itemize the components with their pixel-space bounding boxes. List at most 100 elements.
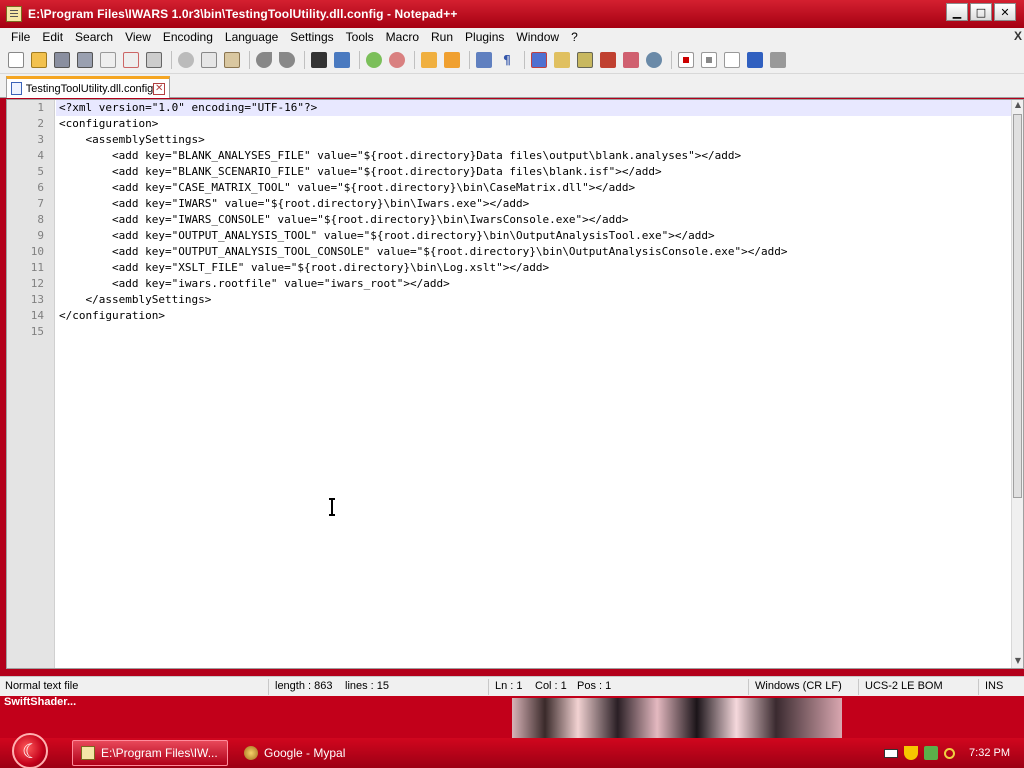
status-insert-mode[interactable]: INS [985, 680, 1003, 692]
start-button[interactable] [12, 733, 48, 768]
desktop-background: SwiftShader... [0, 696, 1024, 738]
taskbar-button-notepadpp[interactable]: E:\Program Files\IW... [72, 740, 228, 766]
save-all-icon[interactable] [77, 51, 93, 68]
menu-settings[interactable]: Settings [284, 30, 339, 44]
copy-icon[interactable] [201, 51, 217, 68]
toolbar-separator [524, 50, 525, 69]
stop-macro-icon[interactable] [701, 51, 717, 68]
function-list-icon[interactable] [600, 51, 616, 68]
network-icon[interactable] [924, 746, 939, 760]
text-cursor-icon [329, 498, 335, 516]
close-button[interactable]: ✕ [994, 3, 1016, 21]
menu-tools[interactable]: Tools [340, 30, 380, 44]
window-controls: ▁ □ ✕ [946, 3, 1016, 21]
toolbar-separator [171, 50, 172, 69]
maximize-button[interactable]: □ [970, 3, 992, 21]
close-document-button[interactable]: X [1014, 29, 1022, 43]
menu-edit[interactable]: Edit [36, 30, 69, 44]
code-line[interactable]: <add key="IWARS_CONSOLE" value="${root.d… [56, 212, 1011, 228]
save-macro-icon[interactable] [770, 51, 786, 68]
menu-plugins[interactable]: Plugins [459, 30, 510, 44]
redo-icon[interactable] [279, 51, 295, 68]
close-icon[interactable] [100, 51, 116, 68]
new-file-icon[interactable] [8, 51, 24, 68]
code-line[interactable]: <add key="iwars.rootfile" value="iwars_r… [56, 276, 1011, 292]
scroll-up-icon[interactable]: ▲ [1013, 100, 1023, 112]
tab-testingtoolutility[interactable]: TestingToolUtility.dll.config ✕ [6, 76, 170, 98]
code-line[interactable]: <configuration> [56, 116, 1011, 132]
taskbar-button-mypal[interactable]: Google - Mypal [236, 740, 376, 766]
code-line[interactable]: </assemblySettings> [56, 292, 1011, 308]
status-bar: Normal text file length : 863 lines : 15… [0, 676, 1024, 696]
sync-horizontal-icon[interactable] [444, 51, 460, 68]
line-number: 12 [30, 277, 44, 290]
keyboard-icon[interactable] [884, 748, 899, 758]
show-all-chars-icon[interactable]: ¶ [499, 52, 515, 68]
menu-run[interactable]: Run [425, 30, 459, 44]
minimize-button[interactable]: ▁ [946, 3, 968, 21]
vertical-scrollbar[interactable]: ▲ ▼ [1011, 100, 1023, 668]
code-line[interactable]: <add key="CASE_MATRIX_TOOL" value="${roo… [56, 180, 1011, 196]
document-tab-bar: TestingToolUtility.dll.config ✕ [0, 74, 1024, 98]
menu-encoding[interactable]: Encoding [157, 30, 219, 44]
zoom-in-icon[interactable] [366, 51, 382, 68]
record-macro-icon[interactable] [678, 51, 694, 68]
user-lang-icon[interactable] [554, 51, 570, 68]
code-line[interactable]: <?xml version="1.0" encoding="UTF-16"?> [56, 100, 1011, 116]
find-icon[interactable] [311, 51, 327, 68]
notepadpp-icon [81, 746, 95, 760]
editor-pane[interactable]: 1 2 3 4 5 6 7 8 9 10 11 12 13 14 15 <?xm… [6, 99, 1024, 669]
run-macro-multiple-icon[interactable] [747, 51, 763, 68]
line-number-gutter: 1 2 3 4 5 6 7 8 9 10 11 12 13 14 15 [7, 100, 55, 668]
menu-search[interactable]: Search [69, 30, 119, 44]
status-encoding[interactable]: UCS-2 LE BOM [865, 680, 943, 692]
doc-map-icon[interactable] [577, 51, 593, 68]
line-number: 13 [30, 293, 44, 306]
code-line[interactable]: </configuration> [56, 308, 1011, 324]
scroll-down-icon[interactable]: ▼ [1013, 656, 1023, 668]
replace-icon[interactable] [334, 51, 350, 68]
shield-icon[interactable] [904, 746, 919, 760]
undo-icon[interactable] [256, 51, 272, 68]
status-eol[interactable]: Windows (CR LF) [755, 680, 842, 692]
code-line[interactable]: <add key="OUTPUT_ANALYSIS_TOOL_CONSOLE" … [56, 244, 1011, 260]
code-line[interactable]: <assemblySettings> [56, 132, 1011, 148]
menu-view[interactable]: View [119, 30, 157, 44]
folder-workspace-icon[interactable] [623, 51, 639, 68]
save-icon[interactable] [54, 51, 70, 68]
monitor-icon[interactable] [646, 51, 662, 68]
close-tab-icon[interactable]: ✕ [153, 82, 165, 95]
close-all-icon[interactable] [123, 51, 139, 68]
menu-window[interactable]: Window [510, 30, 565, 44]
print-icon[interactable] [146, 51, 162, 68]
menu-file[interactable]: File [5, 30, 36, 44]
open-file-icon[interactable] [31, 51, 47, 68]
menu-language[interactable]: Language [219, 30, 284, 44]
window-title: E:\Program Files\IWARS 1.0r3\bin\Testing… [28, 7, 458, 21]
code-line[interactable]: <add key="BLANK_SCENARIO_FILE" value="${… [56, 164, 1011, 180]
code-line[interactable]: <add key="OUTPUT_ANALYSIS_TOOL" value="$… [56, 228, 1011, 244]
zoom-out-icon[interactable] [389, 51, 405, 68]
system-tray: 7:32 PM [884, 738, 1024, 768]
menu-help[interactable]: ? [565, 30, 584, 44]
code-area[interactable]: <?xml version="1.0" encoding="UTF-16"?> … [56, 100, 1011, 340]
sync-vertical-icon[interactable] [421, 51, 437, 68]
indent-guide-icon[interactable] [531, 51, 547, 68]
window-title-bar[interactable]: E:\Program Files\IWARS 1.0r3\bin\Testing… [0, 0, 1024, 28]
scrollbar-thumb[interactable] [1013, 114, 1022, 498]
taskbar-clock[interactable]: 7:32 PM [969, 747, 1010, 759]
line-number: 3 [37, 133, 44, 146]
cut-icon[interactable] [178, 51, 194, 68]
paste-icon[interactable] [224, 51, 240, 68]
code-line[interactable]: <add key="IWARS" value="${root.directory… [56, 196, 1011, 212]
line-number: 2 [37, 117, 44, 130]
play-macro-icon[interactable] [724, 51, 740, 68]
code-line[interactable] [56, 324, 1011, 340]
menu-macro[interactable]: Macro [380, 30, 425, 44]
word-wrap-icon[interactable] [476, 51, 492, 68]
code-line[interactable]: <add key="BLANK_ANALYSES_FILE" value="${… [56, 148, 1011, 164]
status-separator [488, 679, 489, 695]
code-line[interactable]: <add key="XSLT_FILE" value="${root.direc… [56, 260, 1011, 276]
search-icon[interactable] [944, 747, 956, 759]
line-number: 8 [37, 213, 44, 226]
